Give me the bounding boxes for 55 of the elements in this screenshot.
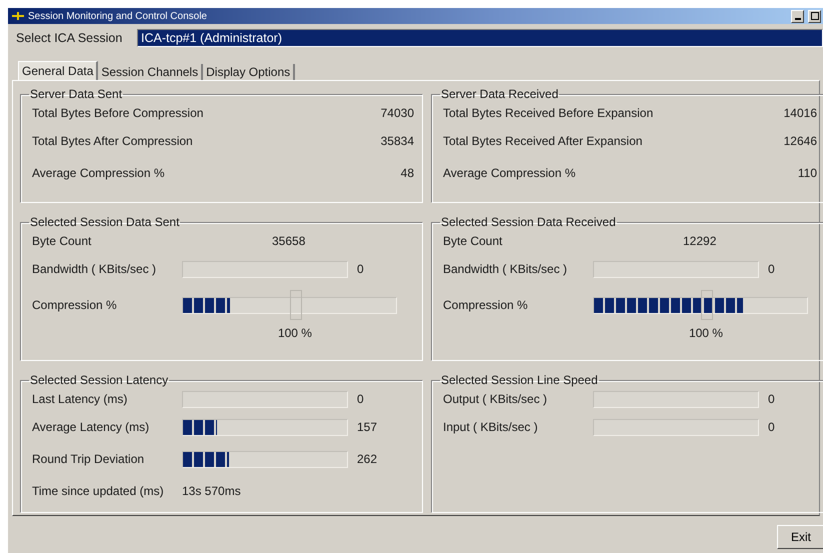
field-value: 0 <box>357 262 365 276</box>
field-label: Compression % <box>32 298 118 312</box>
session-label: Select ICA Session <box>16 31 124 45</box>
tab[interactable]: Session Channels <box>98 64 204 80</box>
field-value: 35658 <box>272 234 306 248</box>
field-label: Compression % <box>443 298 529 312</box>
field-value: 262 <box>357 452 378 466</box>
app-icon <box>12 12 24 20</box>
slider-reading: 100 % <box>278 326 312 340</box>
tab[interactable]: Display Options <box>203 64 296 80</box>
field-label: Output ( KBits/sec ) <box>443 392 548 406</box>
field-value: 35834 <box>380 134 415 148</box>
field-value: 74030 <box>380 106 415 120</box>
field-label: Round Trip Deviation <box>32 452 146 466</box>
minimize-button[interactable] <box>791 10 804 22</box>
field-label: Total Bytes After Compression <box>32 134 193 148</box>
field-value: 12646 <box>784 134 818 148</box>
field-value: 0 <box>768 420 776 434</box>
field-label: Average Latency (ms) <box>32 420 150 434</box>
group-title: Server Data Sent <box>29 87 124 101</box>
field-label: Last Latency (ms) <box>32 392 128 406</box>
exit-button[interactable]: Exit <box>777 525 823 549</box>
field-label: Byte Count <box>32 234 92 248</box>
group-title: Selected Session Data Received <box>440 215 617 229</box>
slider-thumb[interactable] <box>700 290 713 320</box>
field-value: 12292 <box>683 234 716 248</box>
field-label: Total Bytes Received After Expansion <box>443 134 642 148</box>
group-title: Selected Session Line Speed <box>440 373 599 387</box>
field-value: 0 <box>768 262 776 276</box>
field-label: Total Bytes Received Before Expansion <box>443 106 654 120</box>
maximize-icon <box>810 12 818 20</box>
maximize-button[interactable] <box>808 10 821 22</box>
field-value: 0 <box>357 392 365 406</box>
slider-thumb[interactable] <box>290 290 302 320</box>
field-value: 0 <box>768 392 776 406</box>
group-title: Selected Session Latency <box>29 373 170 387</box>
group-title: Selected Session Data Sent <box>29 215 180 229</box>
tab[interactable]: General Data <box>18 61 98 80</box>
field-value: 48 <box>400 166 415 180</box>
field-value: 13s 570ms <box>182 484 242 498</box>
session-dropdown[interactable]: ICA-tcp#1 (Administrator) <box>137 29 823 47</box>
field-value: 157 <box>357 420 378 434</box>
field-value: 110 <box>798 166 818 180</box>
field-label: Total Bytes Before Compression <box>32 106 204 120</box>
window-title: Session Monitoring and Control Console <box>28 10 207 22</box>
field-label: Average Compression % <box>443 166 576 180</box>
field-value: 14016 <box>784 106 818 120</box>
field-label: Bandwidth ( KBits/sec ) <box>32 262 158 276</box>
field-label: Input ( KBits/sec ) <box>443 420 539 434</box>
field-label: Byte Count <box>443 234 504 248</box>
group-title: Server Data Received <box>440 87 560 101</box>
field-label: Bandwidth ( KBits/sec ) <box>443 262 568 276</box>
field-label: Time since updated (ms) <box>32 484 165 498</box>
field-label: Average Compression % <box>32 166 165 180</box>
slider-reading: 100 % <box>688 326 723 340</box>
